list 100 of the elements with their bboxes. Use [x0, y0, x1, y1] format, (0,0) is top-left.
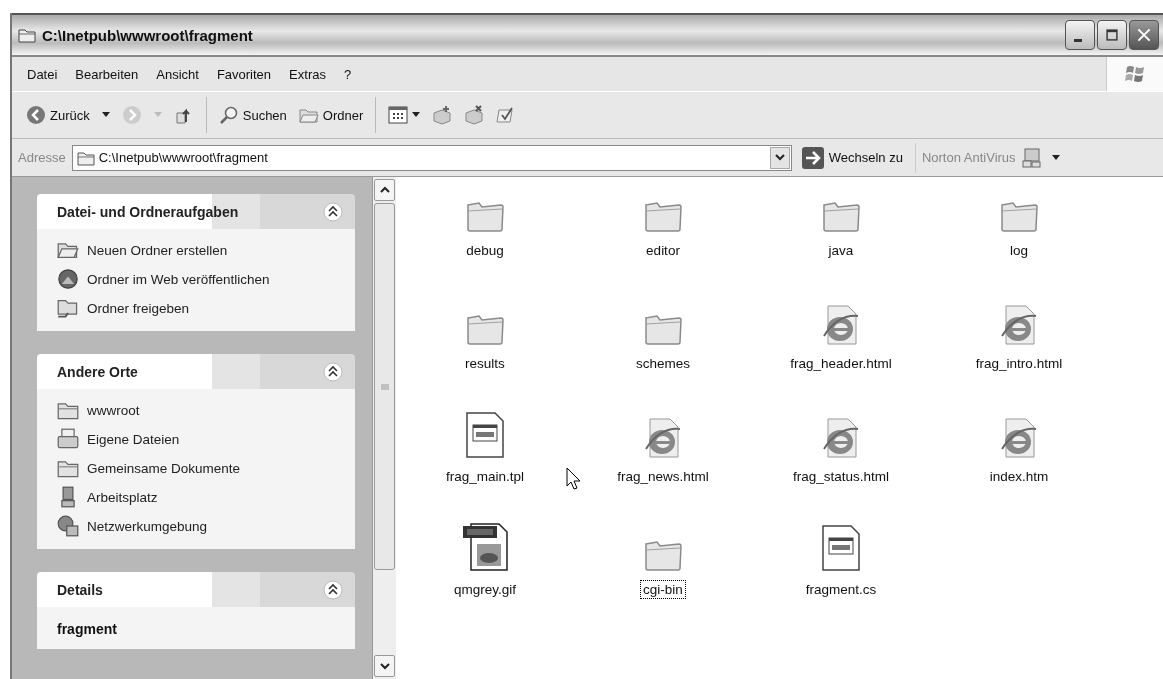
file-name: cgi-bin [640, 580, 686, 599]
search-icon [218, 105, 239, 125]
file-name: frag_main.tpl [444, 468, 525, 486]
collapse-icon[interactable] [323, 361, 343, 382]
file-item[interactable]: cgi-bin [574, 520, 752, 633]
go-button[interactable]: Wechseln zu [797, 146, 909, 169]
file-name: debug [465, 242, 505, 260]
file-item[interactable]: fragment.cs [752, 520, 930, 633]
folders-button[interactable]: Ordner [294, 104, 368, 126]
file-item[interactable]: results [396, 294, 574, 407]
box-arrow-icon [432, 105, 453, 125]
document-icon [465, 411, 505, 459]
task-link[interactable]: Ordner freigeben [87, 300, 190, 316]
menu-item[interactable]: Datei [18, 66, 67, 82]
file-name: java [827, 242, 855, 260]
folder-icon [821, 199, 861, 233]
file-name: frag_header.html [789, 355, 893, 373]
file-name: frag_news.html [616, 468, 710, 486]
file-item[interactable]: editor [574, 181, 752, 294]
scrollbar[interactable] [372, 177, 396, 679]
documents-icon [57, 428, 79, 450]
file-name: fragment.cs [804, 581, 878, 599]
panel-title: Details [57, 581, 103, 598]
chevron-down-icon [774, 153, 785, 162]
file-item[interactable]: qmgrey.gif [396, 520, 574, 633]
file-name: schemes [635, 355, 691, 373]
shared-folder-icon [57, 297, 79, 319]
task-link[interactable]: Gemeinsame Dokumente [87, 460, 241, 476]
file-name: qmgrey.gif [453, 581, 517, 599]
folder-icon [18, 27, 36, 43]
task-link[interactable]: Neuen Ordner erstellen [87, 242, 228, 258]
folder-icon [643, 312, 683, 346]
computer-icon[interactable] [1021, 147, 1042, 168]
file-name: frag_status.html [791, 468, 890, 486]
network-icon [57, 515, 79, 537]
menu-item[interactable]: Ansicht [147, 66, 208, 82]
dropdown-button[interactable] [769, 146, 790, 169]
folder-icon [465, 312, 505, 346]
file-name: frag_intro.html [974, 355, 1064, 373]
file-name: index.htm [988, 468, 1050, 486]
file-name: results [464, 355, 506, 373]
file-item[interactable]: frag_main.tpl [396, 407, 574, 520]
window-title: C:\Inetpub\wwwroot\fragment [42, 26, 253, 44]
menu-item[interactable]: ? [334, 66, 361, 82]
panel-title: Datei- und Ordneraufgaben [57, 203, 239, 220]
file-name: log [1009, 242, 1029, 260]
address-label: Adresse [18, 150, 66, 165]
panel-header[interactable]: Details [37, 572, 355, 607]
folder-icon [643, 199, 683, 233]
caret-icon [412, 112, 421, 118]
file-item[interactable]: index.htm [930, 407, 1108, 520]
task-link[interactable]: Arbeitsplatz [87, 489, 158, 505]
collapse-icon[interactable] [323, 579, 343, 600]
folder-icon [643, 538, 683, 572]
menu-item[interactable]: Favoriten [207, 66, 281, 82]
file-name: editor [645, 242, 681, 260]
flag-logo-icon [1124, 63, 1146, 85]
folder-icon [465, 199, 505, 233]
file-item[interactable]: frag_intro.html [930, 294, 1108, 407]
mouse-pointer-icon [566, 467, 582, 491]
back-button[interactable]: Zurück [22, 103, 94, 127]
close-icon [1136, 27, 1152, 43]
file-item[interactable]: frag_status.html [752, 407, 930, 520]
minimize-button[interactable] [1065, 20, 1095, 50]
file-item[interactable]: frag_news.html [574, 407, 752, 520]
task-link[interactable]: Eigene Dateien [87, 431, 180, 447]
grid-view-icon [388, 106, 409, 124]
file-item[interactable]: java [752, 181, 930, 294]
image-file-icon [461, 522, 509, 572]
minimize-icon [1074, 38, 1082, 42]
collapse-icon[interactable] [323, 201, 343, 222]
panel-title: Andere Orte [57, 363, 138, 380]
caret-icon[interactable] [101, 112, 110, 118]
file-item[interactable]: debug [396, 181, 574, 294]
chevron-up-icon [379, 186, 390, 194]
maximize-icon [1105, 28, 1119, 42]
search-button[interactable]: Suchen [214, 103, 291, 127]
panel-header[interactable]: Andere Orte [37, 354, 355, 389]
folder-icon [999, 199, 1039, 233]
chevron-down-icon [379, 662, 390, 670]
menu-item[interactable]: Bearbeiten [66, 66, 148, 82]
file-item[interactable]: schemes [574, 294, 752, 407]
maximize-button[interactable] [1097, 20, 1127, 50]
antivirus-label: Norton AntiVirus [921, 150, 1016, 165]
task-link[interactable]: Netzwerkumgebung [87, 518, 208, 534]
file-item[interactable]: frag_header.html [752, 294, 930, 407]
grip-icon [380, 383, 389, 390]
box-cross-icon [464, 105, 485, 125]
panel-header[interactable]: Datei- und Ordneraufgaben [37, 194, 355, 229]
file-item[interactable]: log [930, 181, 1108, 294]
document-icon [821, 524, 861, 572]
globe-icon [57, 268, 79, 290]
address-field[interactable]: C:\Inetpub\wwwroot\fragment [71, 144, 792, 171]
folder-icon [76, 149, 95, 166]
task-link[interactable]: Ordner im Web veröffentlichen [87, 271, 270, 287]
caret-icon[interactable] [1051, 154, 1060, 161]
close-button[interactable] [1129, 20, 1159, 50]
folder-name: fragment [57, 620, 118, 637]
menu-item[interactable]: Extras [280, 66, 335, 82]
task-link[interactable]: wwwroot [87, 402, 140, 418]
